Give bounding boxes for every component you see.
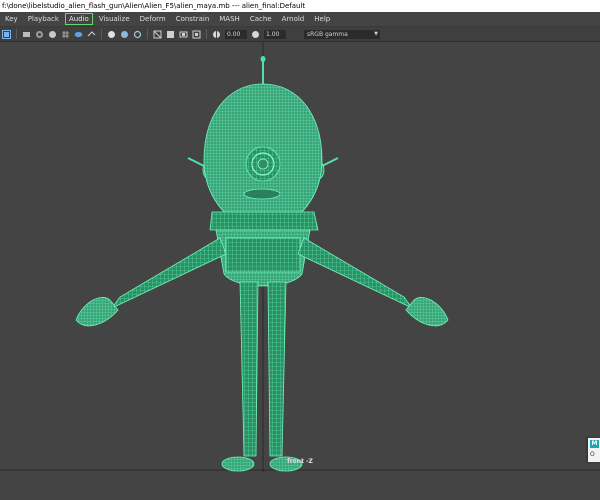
toolbar-separator	[206, 29, 207, 39]
side-popup[interactable]: M O	[588, 438, 600, 462]
gamma-icon[interactable]	[251, 30, 260, 39]
side-popup-badge: M	[590, 440, 599, 448]
bookmark-icon[interactable]	[35, 30, 44, 39]
viewport-footer	[0, 472, 600, 500]
menu-help[interactable]: Help	[309, 12, 335, 26]
camera-attributes-icon[interactable]	[22, 30, 31, 39]
menu-playback[interactable]: Playback	[23, 12, 64, 26]
menu-audio[interactable]: Audio	[64, 12, 94, 26]
toolbar-separator	[101, 29, 102, 39]
resolution-gate-icon[interactable]	[179, 30, 188, 39]
menu-key[interactable]: Key	[0, 12, 23, 26]
wireframe-icon[interactable]	[74, 30, 83, 39]
alien-wireframe-model[interactable]	[75, 56, 449, 472]
menu-mash[interactable]: MASH	[214, 12, 245, 26]
camera-name-label: front -Z	[287, 458, 313, 465]
grid-icon[interactable]	[61, 30, 70, 39]
gamma-field[interactable]: 1.00	[264, 29, 286, 39]
use-lights-icon[interactable]	[120, 30, 129, 39]
viewport-canvas[interactable]	[0, 42, 600, 472]
textured-icon[interactable]	[107, 30, 116, 39]
isolate-icon[interactable]	[166, 30, 175, 39]
menu-visualize[interactable]: Visualize	[94, 12, 135, 26]
toolbar-separator	[16, 29, 17, 39]
3d-viewport[interactable]	[0, 42, 600, 472]
window-title-bar: f:\done\libelstudio_alien_flash_gun\Alie…	[0, 0, 600, 12]
window-title: f:\done\libelstudio_alien_flash_gun\Alie…	[2, 2, 306, 10]
panel-toolbar: 0.00 1.00 sRGB gamma ▼	[0, 27, 600, 42]
hud-icon[interactable]	[192, 30, 201, 39]
chevron-down-icon: ▼	[374, 30, 378, 37]
menu-cache[interactable]: Cache	[245, 12, 277, 26]
select-camera-icon[interactable]	[2, 29, 11, 39]
color-space-value: sRGB gamma	[307, 30, 348, 38]
color-space-dropdown[interactable]: sRGB gamma ▼	[304, 29, 380, 39]
menu-deform[interactable]: Deform	[135, 12, 171, 26]
side-popup-text: O	[590, 451, 595, 458]
toolbar-separator	[147, 29, 148, 39]
menu-bar: Key Playback Audio Visualize Deform Cons…	[0, 12, 600, 27]
exposure-icon[interactable]	[212, 30, 221, 39]
xray-icon[interactable]	[153, 30, 162, 39]
menu-constrain[interactable]: Constrain	[171, 12, 215, 26]
exposure-field[interactable]: 0.00	[225, 29, 247, 39]
smooth-shade-icon[interactable]	[87, 30, 96, 39]
menu-arnold[interactable]: Arnold	[277, 12, 310, 26]
shadows-icon[interactable]	[133, 30, 142, 39]
image-plane-icon[interactable]	[48, 30, 57, 39]
